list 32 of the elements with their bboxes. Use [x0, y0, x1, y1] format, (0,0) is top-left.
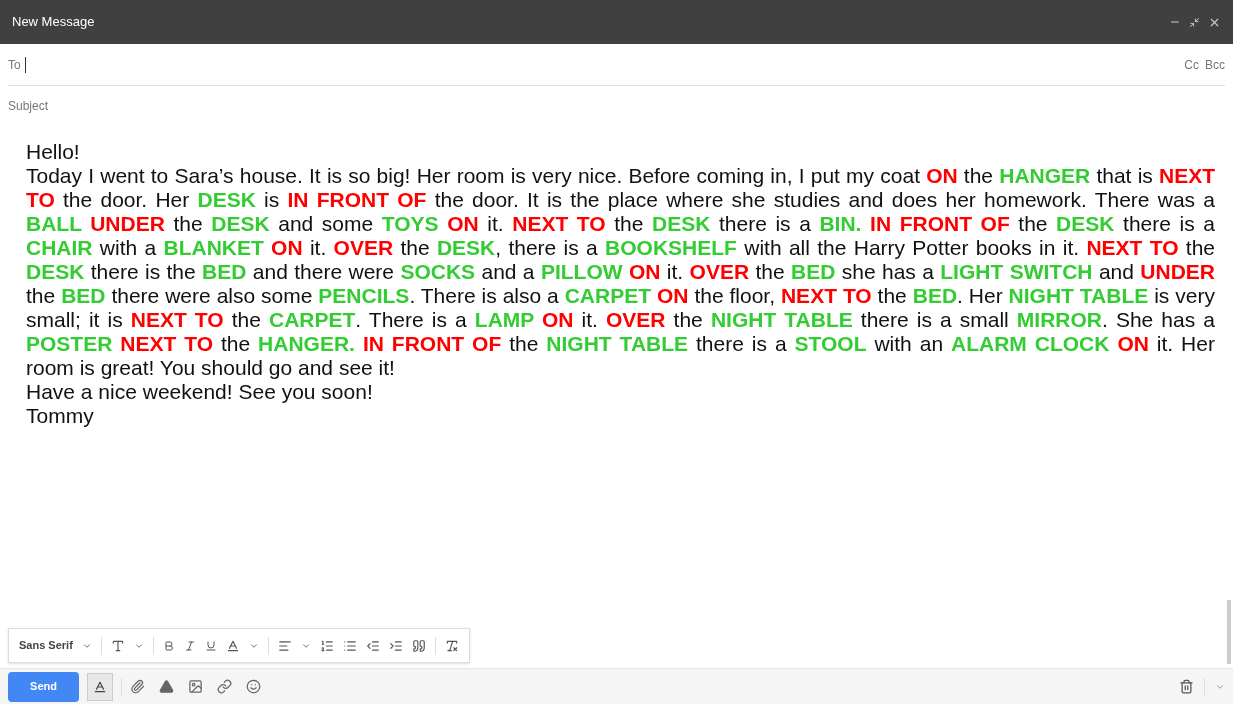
indent-more-icon[interactable]: [388, 638, 403, 653]
image-icon[interactable]: [188, 679, 203, 694]
to-label: To: [8, 56, 21, 74]
font-dropdown[interactable]: Sans Serif: [19, 637, 73, 654]
indent-less-icon[interactable]: [365, 638, 380, 653]
bold-icon[interactable]: [162, 639, 175, 652]
underline-icon[interactable]: [204, 639, 217, 652]
font-size-icon[interactable]: [110, 638, 125, 653]
closing-line: Have a nice weekend! See you soon!: [26, 380, 374, 404]
exit-fullscreen-icon[interactable]: [1189, 16, 1200, 28]
text-color-icon[interactable]: [225, 638, 240, 653]
numbered-list-icon[interactable]: [319, 638, 334, 653]
italic-icon[interactable]: [183, 639, 196, 652]
body-paragraph: Today I went to Sara’s house. It is so big! Her room is very nice. Before coming in, I put my coat ON the HANGER that is NEXT TO the door. Her DESK is IN FRONT OF the door. It is the place where she studies and does her homework. There was a BALL UNDER the DESK and some TOYS ON it. NEXT TO the DESK there is a BIN. IN FRONT OF the DESK there is a CHAIR with a BLANKET ON it. OVER the DESK, there is a BOOKSHELF with all the Harry Potter books in it. NEXT TO the DESK there is the BED and there were SOCKS and a PILLOW ON it. OVER the BED she has a LIGHT SWITCH and UNDER the BED there were also some PENCILS. There is also a CARPET ON the floor, NEXT TO the BED. Her NIGHT TABLE is very small; it is NEXT TO the CARPET. There is a LAMP ON it. OVER the NIGHT TABLE there is a small MIRROR. She has a POSTER NEXT TO the HANGER. IN FRONT OF the NIGHT TABLE there is a STOOL with an ALARM CLOCK ON it. Her room is great! You should go and see it!: [26, 164, 1215, 380]
bcc-link[interactable]: Bcc: [1205, 55, 1225, 74]
send-button[interactable]: Send: [8, 671, 79, 702]
quote-icon[interactable]: [411, 638, 426, 653]
subject-field[interactable]: Subject: [8, 97, 1225, 115]
remove-formatting-icon[interactable]: [444, 638, 459, 653]
link-icon[interactable]: [217, 679, 232, 694]
signature: Tommy: [26, 404, 95, 428]
window-title: New Message: [12, 13, 96, 32]
scrollbar: [1227, 600, 1231, 664]
text-format-icon: [93, 679, 107, 694]
cc-link[interactable]: Cc: [1184, 55, 1199, 74]
trash-icon[interactable]: [1179, 679, 1194, 694]
greeting: Hello!: [26, 140, 81, 164]
align-icon[interactable]: [277, 638, 292, 653]
bulleted-list-icon[interactable]: [342, 638, 357, 653]
paperclip-icon[interactable]: [130, 679, 145, 694]
formatting-button[interactable]: [87, 672, 113, 701]
emoji-icon[interactable]: [246, 679, 261, 694]
